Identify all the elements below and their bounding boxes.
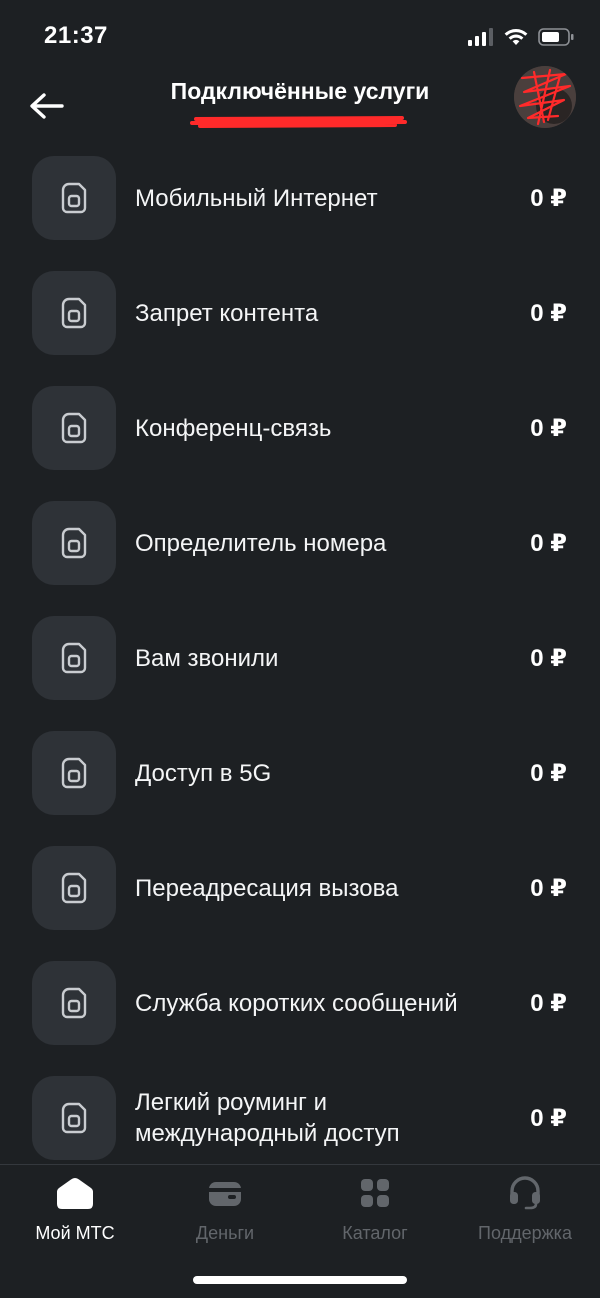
avatar[interactable]: [514, 66, 576, 128]
cellular-signal-icon: [468, 28, 493, 46]
status-time: 21:37: [44, 22, 108, 49]
service-icon-tile: [32, 501, 116, 585]
service-list: Мобильный Интернет 0 ₽ Запрет контента 0…: [0, 150, 600, 1162]
service-item[interactable]: Конференц-связь 0 ₽: [0, 380, 600, 476]
tab-label: Поддержка: [478, 1223, 572, 1243]
service-icon-tile: [32, 386, 116, 470]
service-icon-tile: [32, 156, 116, 240]
service-item[interactable]: Вам звонили 0 ₽: [0, 610, 600, 706]
service-icon-tile: [32, 271, 116, 355]
wallet-icon: [209, 1182, 241, 1206]
redaction-scribble: [190, 116, 407, 128]
service-item[interactable]: Мобильный Интернет 0 ₽: [0, 150, 600, 246]
status-icons: [468, 26, 574, 48]
service-name: Служба коротких сообщений: [135, 989, 458, 1017]
battery-icon: [538, 28, 574, 46]
service-price: 0 ₽: [530, 989, 567, 1017]
page-title: Подключённые услуги: [170, 78, 430, 104]
sim-card-icon: [61, 527, 87, 559]
wifi-icon: [504, 29, 528, 45]
service-item[interactable]: Доступ в 5G 0 ₽: [0, 725, 600, 821]
sim-card-icon: [61, 872, 87, 904]
service-price: 0 ₽: [530, 299, 567, 327]
service-item[interactable]: Легкий роуминг и международный доступ 0 …: [0, 1070, 600, 1162]
sim-card-icon: [61, 297, 87, 329]
service-price: 0 ₽: [530, 529, 567, 557]
service-item[interactable]: Служба коротких сообщений 0 ₽: [0, 955, 600, 1051]
service-icon-tile: [32, 846, 116, 930]
service-icon-tile: [32, 1076, 116, 1160]
service-price: 0 ₽: [530, 414, 567, 442]
service-name: Легкий роуминг и международный доступ: [135, 1089, 400, 1147]
sim-card-icon: [61, 412, 87, 444]
status-bar: 21:37: [0, 0, 600, 72]
sim-card-icon: [61, 642, 87, 674]
avatar-redaction: [514, 66, 576, 128]
service-name: Определитель номера: [135, 529, 387, 557]
sim-card-icon: [61, 757, 87, 789]
header: Подключённые услуги: [0, 66, 600, 142]
service-price: 0 ₽: [530, 874, 567, 902]
tab-my-mts[interactable]: Мой МТС: [0, 1165, 150, 1255]
service-icon-tile: [32, 731, 116, 815]
tab-label: Каталог: [342, 1223, 408, 1243]
tab-label: Мой МТС: [35, 1223, 115, 1243]
tab-money[interactable]: Деньги: [150, 1165, 300, 1255]
service-name: Доступ в 5G: [135, 759, 272, 787]
service-item[interactable]: Переадресация вызова 0 ₽: [0, 840, 600, 936]
service-name: Конференц-связь: [135, 414, 332, 442]
home-icon: [57, 1178, 93, 1209]
sim-card-icon: [61, 182, 87, 214]
service-icon-tile: [32, 616, 116, 700]
sim-card-icon: [61, 1102, 87, 1134]
sim-card-icon: [61, 987, 87, 1019]
grid-icon: [361, 1179, 389, 1207]
service-price: 0 ₽: [530, 1104, 567, 1132]
service-item[interactable]: Запрет контента 0 ₽: [0, 265, 600, 361]
service-icon-tile: [32, 961, 116, 1045]
service-price: 0 ₽: [530, 759, 567, 787]
service-name: Переадресация вызова: [135, 874, 399, 902]
service-name: Вам звонили: [135, 644, 279, 672]
service-name: Мобильный Интернет: [135, 184, 378, 212]
service-item[interactable]: Определитель номера 0 ₽: [0, 495, 600, 591]
tab-label: Деньги: [195, 1223, 255, 1243]
home-indicator: [193, 1276, 407, 1284]
service-name: Запрет контента: [135, 299, 319, 327]
headset-icon: [510, 1176, 540, 1210]
tab-catalog[interactable]: Каталог: [300, 1165, 450, 1255]
service-price: 0 ₽: [530, 644, 567, 672]
service-price: 0 ₽: [530, 184, 567, 212]
tab-support[interactable]: Поддержка: [450, 1165, 600, 1255]
